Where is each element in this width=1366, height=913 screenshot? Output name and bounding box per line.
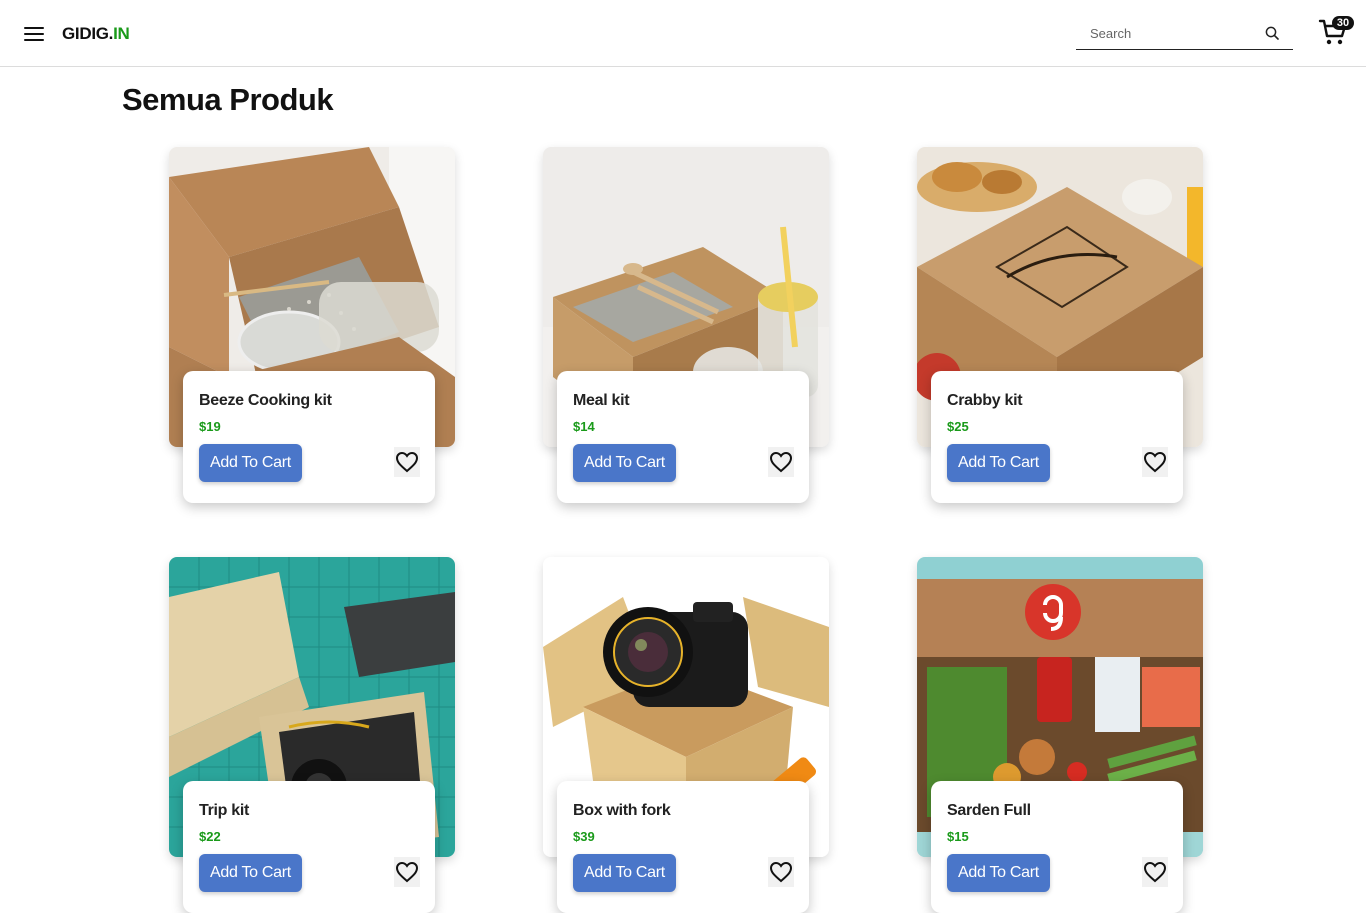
product-price: $25 [947, 419, 969, 434]
add-to-cart-button[interactable]: Add To Cart [199, 854, 302, 892]
product-info: Beeze Cooking kit $19 Add To Cart [183, 371, 435, 503]
product-name: Trip kit [199, 802, 250, 819]
wishlist-button[interactable] [394, 447, 420, 477]
heart-icon [769, 861, 793, 883]
wishlist-button[interactable] [768, 857, 794, 887]
heart-icon [395, 451, 419, 473]
product-price: $19 [199, 419, 221, 434]
product-info: Box with fork $39 Add To Cart [557, 781, 809, 913]
logo-accent-text: IN [113, 24, 130, 43]
product-price: $14 [573, 419, 595, 434]
heart-icon [395, 861, 419, 883]
product-card: Sarden Full $15 Add To Cart [917, 557, 1203, 913]
product-name: Sarden Full [947, 802, 1031, 819]
product-name: Beeze Cooking kit [199, 392, 332, 409]
product-info: Sarden Full $15 Add To Cart [931, 781, 1183, 913]
wishlist-button[interactable] [1142, 857, 1168, 887]
hamburger-menu-icon[interactable] [24, 24, 44, 42]
wishlist-button[interactable] [1142, 447, 1168, 477]
product-info: Trip kit $22 Add To Cart [183, 781, 435, 913]
product-name: Box with fork [573, 802, 671, 819]
add-to-cart-button[interactable]: Add To Cart [947, 854, 1050, 892]
product-name: Meal kit [573, 392, 630, 409]
search-input[interactable] [1076, 18, 1256, 48]
navbar: GIDIG.IN 30 [0, 0, 1366, 67]
wishlist-button[interactable] [768, 447, 794, 477]
product-info: Meal kit $14 Add To Cart [557, 371, 809, 503]
search-bar [1076, 18, 1293, 50]
add-to-cart-button[interactable]: Add To Cart [947, 444, 1050, 482]
search-icon[interactable] [1265, 26, 1279, 40]
product-card: Trip kit $22 Add To Cart [169, 557, 455, 913]
product-card: Box with fork $39 Add To Cart [543, 557, 829, 913]
cart-button[interactable]: 30 [1318, 16, 1354, 46]
product-name: Crabby kit [947, 392, 1023, 409]
page-title: Semua Produk [122, 82, 334, 117]
logo-text: GIDIG. [62, 24, 114, 43]
product-card: Meal kit $14 Add To Cart [543, 147, 829, 547]
add-to-cart-button[interactable]: Add To Cart [573, 854, 676, 892]
add-to-cart-button[interactable]: Add To Cart [573, 444, 676, 482]
heart-icon [1143, 861, 1167, 883]
product-card: Crabby kit $25 Add To Cart [917, 147, 1203, 547]
product-price: $15 [947, 829, 969, 844]
wishlist-button[interactable] [394, 857, 420, 887]
product-info: Crabby kit $25 Add To Cart [931, 371, 1183, 503]
cart-count-badge: 30 [1332, 16, 1354, 30]
product-price: $39 [573, 829, 595, 844]
product-price: $22 [199, 829, 221, 844]
heart-icon [769, 451, 793, 473]
product-card: Beeze Cooking kit $19 Add To Cart [169, 147, 455, 547]
site-logo[interactable]: GIDIG.IN [62, 24, 130, 44]
add-to-cart-button[interactable]: Add To Cart [199, 444, 302, 482]
heart-icon [1143, 451, 1167, 473]
